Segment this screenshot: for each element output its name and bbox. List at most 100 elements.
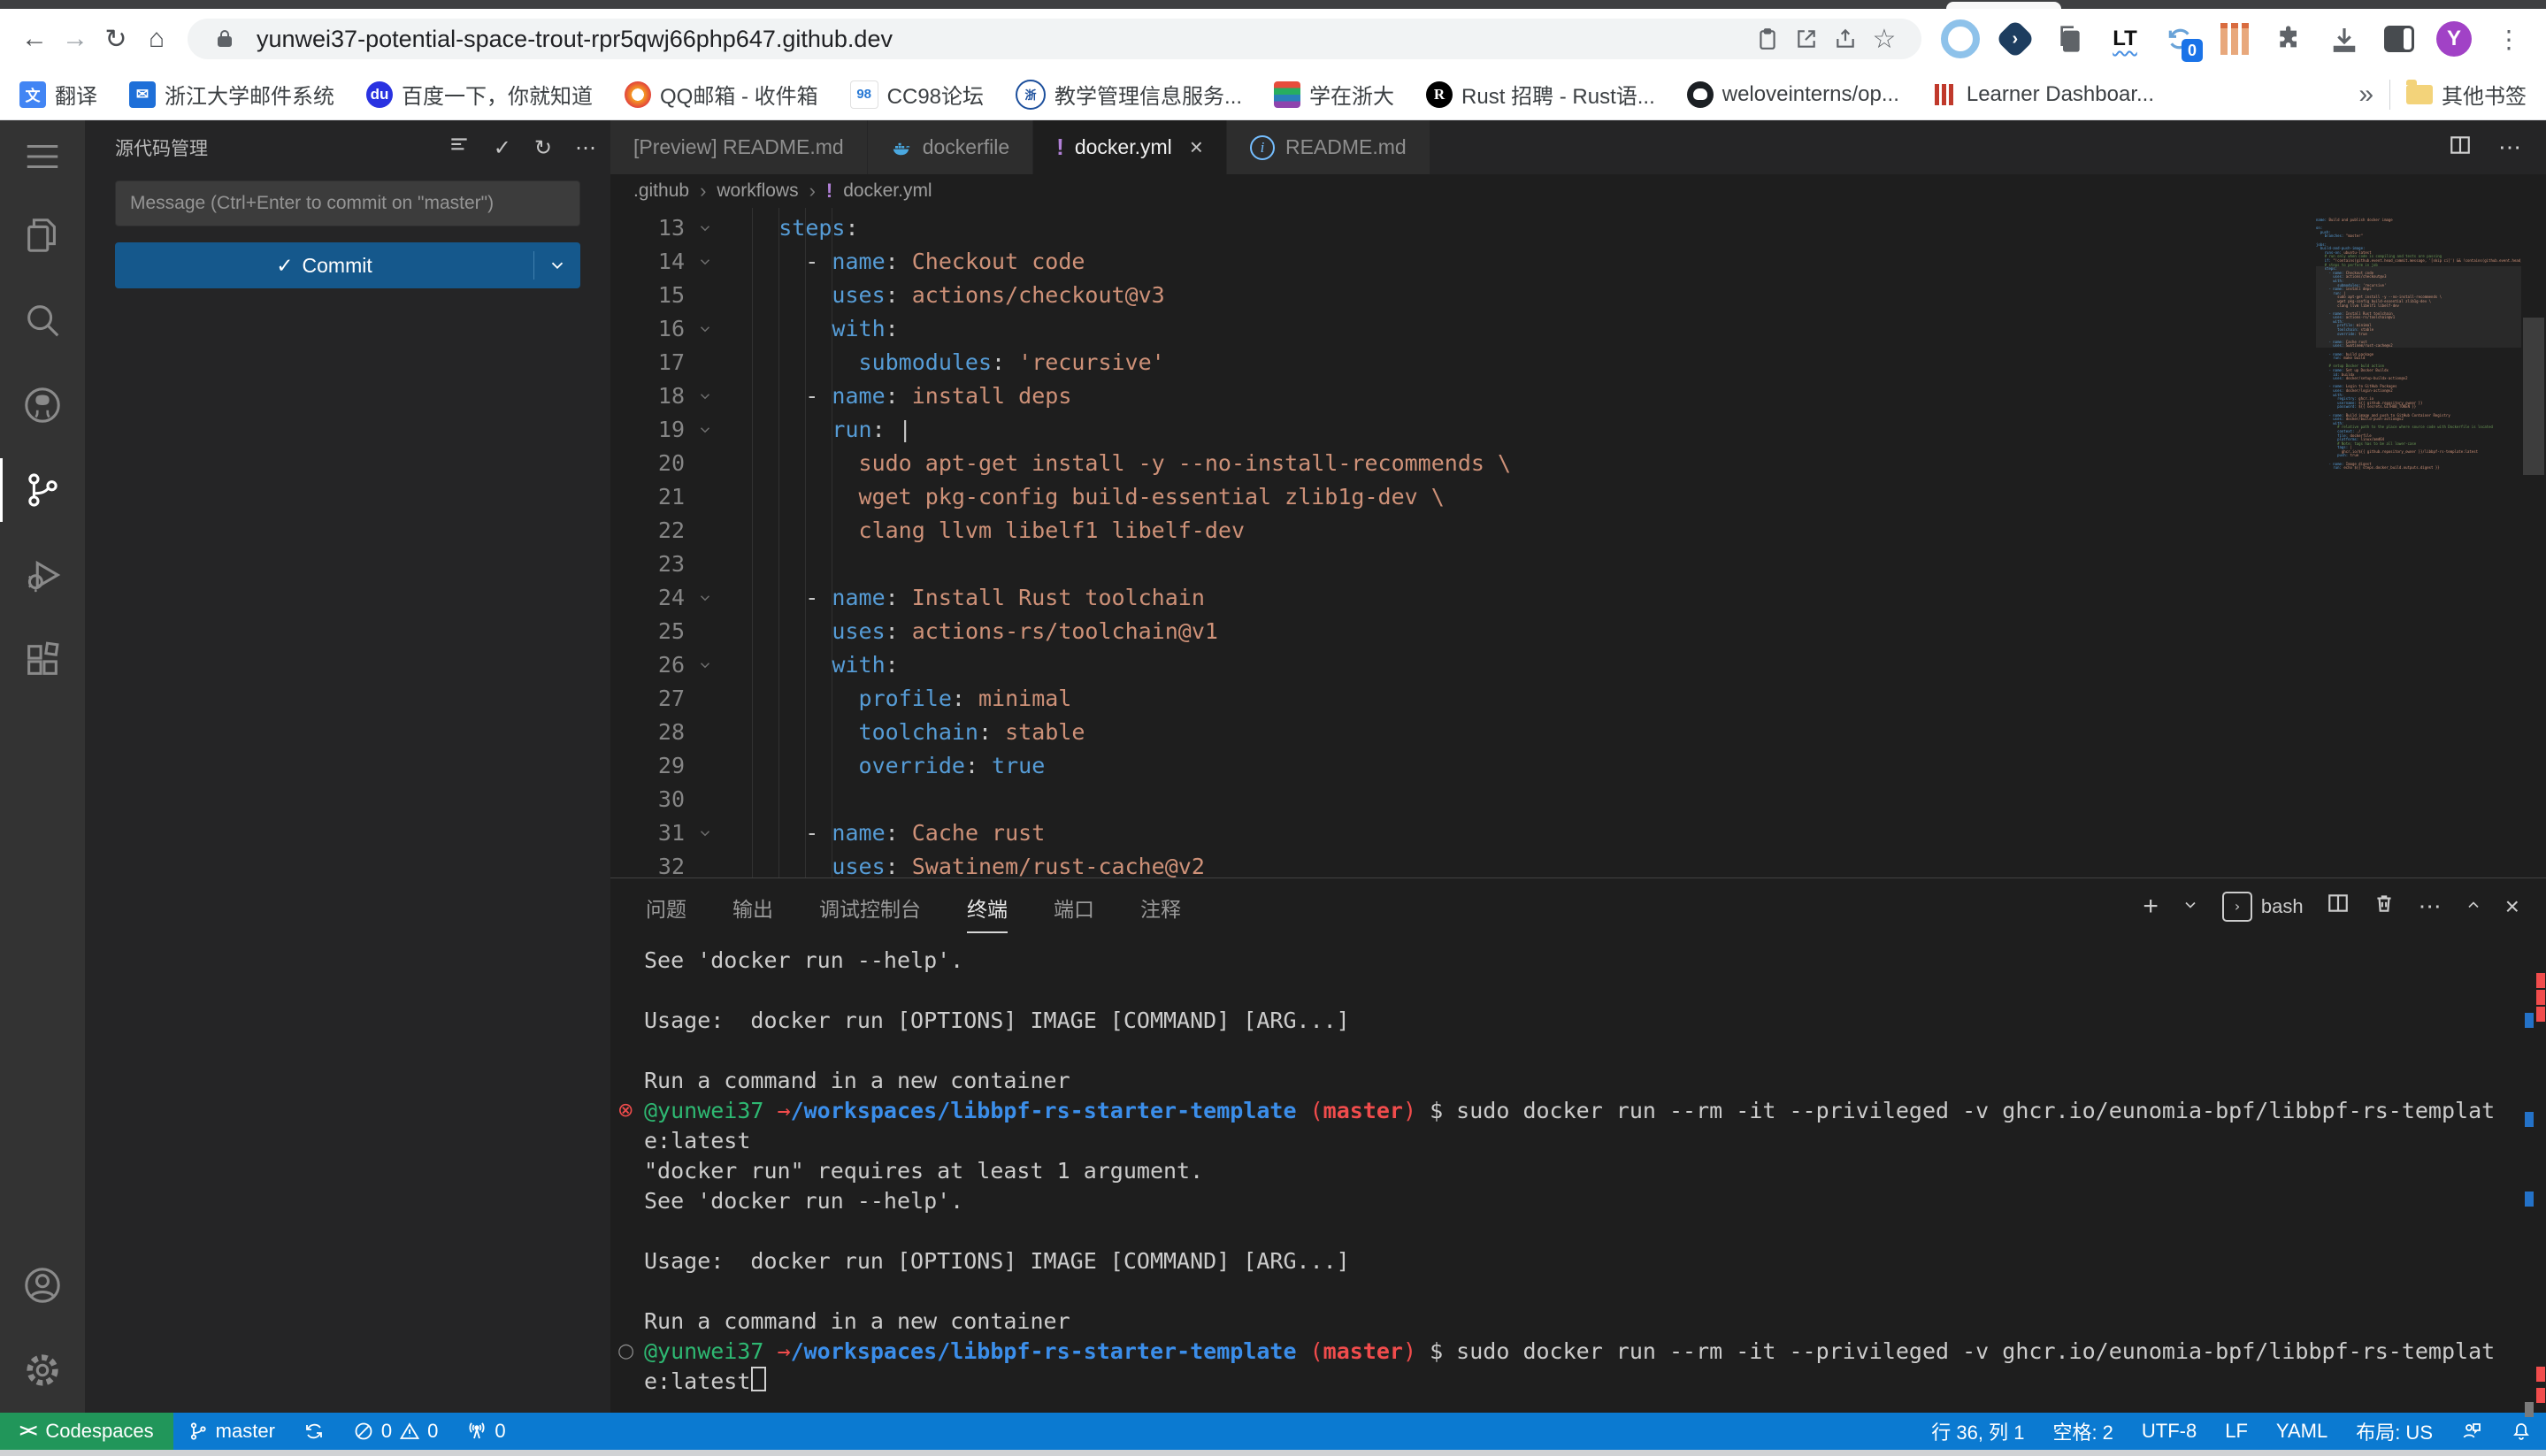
- bookmark-coursera[interactable]: Learner Dashboar...: [1931, 81, 2154, 108]
- close-panel-icon[interactable]: ×: [2505, 893, 2519, 921]
- code-line[interactable]: 16 with:: [610, 312, 2546, 346]
- more-actions-icon[interactable]: ⋯: [575, 135, 596, 161]
- refresh-icon[interactable]: ↻: [534, 135, 552, 161]
- editor-tab--preview-readme-md[interactable]: [Preview] README.md: [610, 120, 868, 174]
- maximize-panel-icon[interactable]: [2465, 893, 2482, 920]
- breadcrumb-github[interactable]: .github: [633, 180, 689, 202]
- bookmarks-overflow-icon[interactable]: »: [2358, 80, 2373, 110]
- cursor-position[interactable]: 行 36, 列 1: [1917, 1413, 2038, 1450]
- panel-tab[interactable]: 调试控制台: [819, 880, 921, 933]
- code-line[interactable]: 24 - name: Install Rust toolchain: [610, 581, 2546, 615]
- split-terminal-icon[interactable]: [2327, 892, 2350, 921]
- github-icon[interactable]: [0, 363, 85, 448]
- code-line[interactable]: 32 uses: Swatinem/rust-cache@v2: [610, 850, 2546, 877]
- panel-more-actions-icon[interactable]: ⋯: [2419, 893, 2442, 920]
- puzzle-extensions-icon[interactable]: [2266, 18, 2312, 60]
- code-line[interactable]: 19 run: |: [610, 413, 2546, 447]
- bookmark-rust[interactable]: RRust 招聘 - Rust语...: [1426, 79, 1655, 110]
- bookmark-cc98[interactable]: 98CC98论坛: [850, 79, 984, 110]
- remote-indicator[interactable]: >< Codespaces: [0, 1413, 173, 1450]
- forward-icon[interactable]: →: [55, 19, 96, 59]
- browser-active-tab-sliver[interactable]: [1946, 2, 2061, 9]
- ports-indicator[interactable]: 0: [452, 1413, 519, 1450]
- breadcrumb-file[interactable]: docker.yml: [843, 180, 932, 202]
- reload-icon[interactable]: ↻: [96, 19, 136, 59]
- code-line[interactable]: 23: [610, 548, 2546, 581]
- code-line[interactable]: 27 profile: minimal: [610, 682, 2546, 716]
- terminal-output[interactable]: See 'docker run --help'.Usage: docker ru…: [610, 935, 2546, 1413]
- panel-tab[interactable]: 终端: [967, 880, 1008, 933]
- editor-more-actions-icon[interactable]: ⋯: [2498, 134, 2521, 161]
- commit-dropdown-icon[interactable]: [534, 256, 580, 275]
- notifications-bell-icon[interactable]: [2496, 1413, 2546, 1450]
- close-tab-icon[interactable]: ×: [1190, 134, 1203, 161]
- code-line[interactable]: 21 wget pkg-config build-essential zlib1…: [610, 480, 2546, 514]
- editor-tab-docker-yml[interactable]: !docker.yml×: [1033, 120, 1227, 174]
- code-line[interactable]: 13 steps:: [610, 211, 2546, 245]
- side-panel-icon[interactable]: [2376, 18, 2422, 60]
- kill-terminal-icon[interactable]: [2373, 892, 2396, 921]
- bookmark-github[interactable]: weloveinterns/op...: [1687, 81, 1899, 108]
- bullets-extension-icon[interactable]: [2212, 18, 2258, 60]
- clipboard-icon[interactable]: [1748, 19, 1787, 58]
- problems-indicator[interactable]: 0 0: [339, 1413, 453, 1450]
- bookmark-zjumail[interactable]: ✉浙江大学邮件系统: [129, 79, 334, 110]
- keyboard-layout[interactable]: 布局: US: [2342, 1413, 2447, 1450]
- bookmark-baidu[interactable]: du百度一下，你就知道: [366, 79, 593, 110]
- indentation[interactable]: 空格: 2: [2038, 1413, 2127, 1450]
- source-control-icon[interactable]: [0, 448, 85, 533]
- feedback-icon[interactable]: [2447, 1413, 2496, 1450]
- account-icon[interactable]: [0, 1243, 85, 1328]
- panel-tab[interactable]: 注释: [1140, 880, 1181, 933]
- code-line[interactable]: 18 - name: install deps: [610, 379, 2546, 413]
- bookmark-star-icon[interactable]: ☆: [1865, 19, 1904, 58]
- bookmark-xzzd[interactable]: 学在浙大: [1274, 79, 1394, 110]
- new-terminal-icon[interactable]: +: [2143, 892, 2159, 922]
- minimap[interactable]: name: Build and publish docker imageon: …: [2316, 208, 2521, 877]
- split-editor-icon[interactable]: [2449, 134, 2472, 161]
- copy-pages-extension-icon[interactable]: [2047, 18, 2093, 60]
- sync-status[interactable]: [289, 1413, 339, 1450]
- sync-extension-icon[interactable]: 0: [2157, 18, 2203, 60]
- explorer-icon[interactable]: [0, 193, 85, 278]
- home-icon[interactable]: ⌂: [136, 19, 177, 59]
- url-text[interactable]: yunwei37-potential-space-trout-rpr5qwj66…: [257, 26, 1748, 53]
- code-line[interactable]: 30: [610, 783, 2546, 816]
- other-bookmarks-folder[interactable]: 其他书签: [2406, 79, 2527, 110]
- breadcrumb-workflows[interactable]: workflows: [717, 180, 798, 202]
- panel-tab[interactable]: 输出: [732, 880, 773, 933]
- minimap-viewport[interactable]: [2316, 266, 2521, 348]
- code-line[interactable]: 26 with:: [610, 648, 2546, 682]
- commit-message-input[interactable]: [115, 180, 580, 226]
- bookmark-translate[interactable]: 文翻译: [19, 79, 97, 110]
- menu-icon[interactable]: [0, 120, 85, 193]
- blue-ring-extension-icon[interactable]: [1937, 18, 1983, 60]
- code-line[interactable]: 14 - name: Checkout code: [610, 245, 2546, 279]
- run-debug-icon[interactable]: [0, 533, 85, 617]
- search-icon[interactable]: [0, 278, 85, 363]
- back-icon[interactable]: ←: [14, 19, 55, 59]
- code-line[interactable]: 15 uses: actions/checkout@v3: [610, 279, 2546, 312]
- code-line[interactable]: 29 override: true: [610, 749, 2546, 783]
- language-mode[interactable]: YAML: [2262, 1413, 2342, 1450]
- view-as-list-icon[interactable]: [448, 134, 471, 163]
- bookmark-zju[interactable]: 浙教学管理信息服务...: [1016, 79, 1242, 110]
- languagetool-extension-icon[interactable]: LT: [2102, 18, 2148, 60]
- code-line[interactable]: 28 toolchain: stable: [610, 716, 2546, 749]
- branch-indicator[interactable]: master: [173, 1413, 289, 1450]
- code-line[interactable]: 31 - name: Cache rust: [610, 816, 2546, 850]
- downloads-icon[interactable]: [2321, 18, 2367, 60]
- open-in-new-icon[interactable]: [1787, 19, 1826, 58]
- encoding[interactable]: UTF-8: [2128, 1413, 2211, 1450]
- terminal-instance[interactable]: › bash: [2222, 892, 2304, 922]
- panel-tab[interactable]: 问题: [646, 880, 686, 933]
- share-icon[interactable]: [1826, 19, 1865, 58]
- navy-chevron-extension-icon[interactable]: ›: [1992, 18, 2038, 60]
- panel-tab[interactable]: 端口: [1054, 880, 1094, 933]
- editor-tab-dockerfile[interactable]: dockerfile: [868, 120, 1033, 174]
- code-line[interactable]: 20 sudo apt-get install -y --no-install-…: [610, 447, 2546, 480]
- editor-scrollbar[interactable]: [2521, 208, 2546, 877]
- settings-gear-icon[interactable]: [0, 1328, 85, 1413]
- bookmark-qqmail[interactable]: QQ邮箱 - 收件箱: [625, 79, 818, 110]
- code-editor[interactable]: 13 steps:14 - name: Checkout code15 uses…: [610, 208, 2546, 877]
